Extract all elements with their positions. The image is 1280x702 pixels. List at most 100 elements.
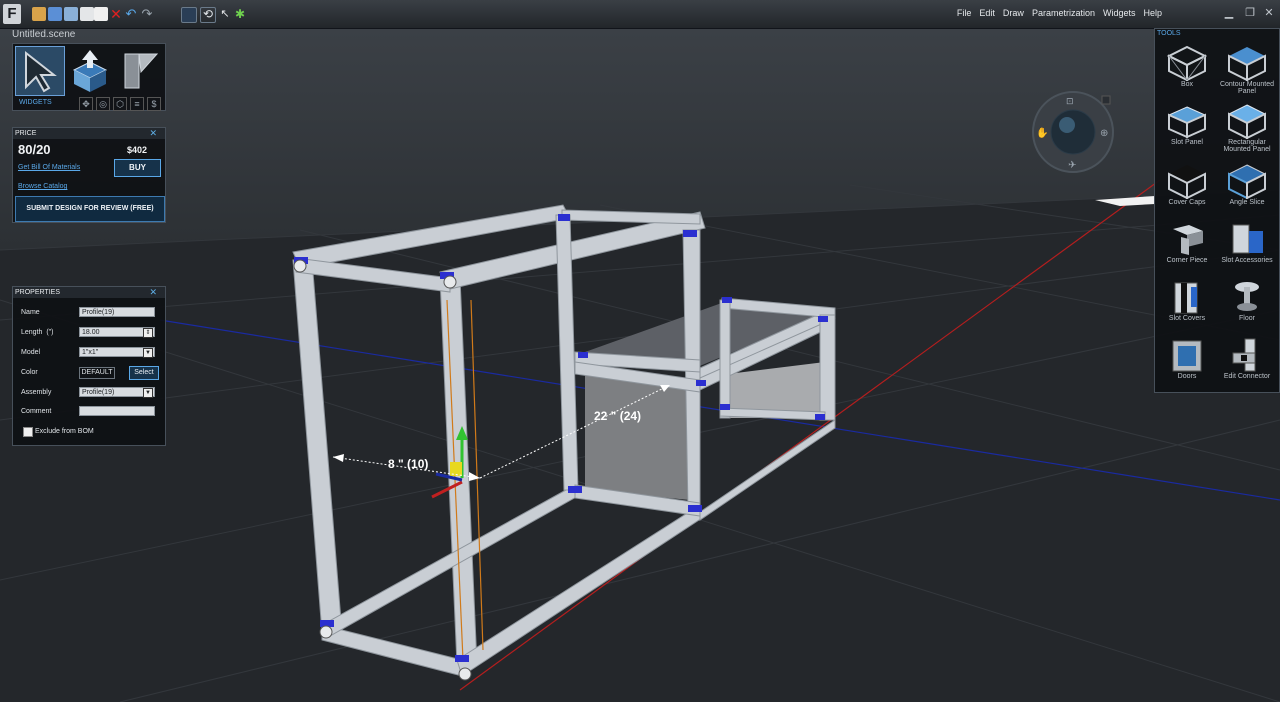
menu-edit[interactable]: Edit	[979, 8, 995, 18]
grid-view-icon[interactable]	[181, 7, 197, 23]
tool-doors[interactable]: Doors	[1159, 335, 1215, 391]
tool-rectangular-mounted-panel[interactable]: Rectangular Mounted Panel	[1219, 101, 1275, 157]
price-panel: PRICE ✕ 80/20 $402 Get Bill Of Materials…	[12, 127, 166, 223]
zoom-icon[interactable]: ⊕	[1100, 128, 1108, 139]
model-label: Model	[21, 349, 41, 356]
undo-icon[interactable]: ↶	[124, 7, 138, 21]
zoom-extents-icon[interactable]: ⊡	[1066, 97, 1074, 107]
tool-label: Slot Covers	[1168, 315, 1206, 322]
comment-field[interactable]	[79, 406, 155, 416]
profile-beam-icon	[124, 53, 159, 89]
tool-label: Rectangular Mounted Panel	[1223, 139, 1271, 153]
open-folder-icon[interactable]	[32, 7, 46, 21]
length-label: Length (")	[21, 329, 54, 336]
price-panel-title: PRICE	[15, 130, 37, 137]
browse-catalog-link[interactable]: Browse Catalog	[18, 183, 67, 190]
close-icon[interactable]: ✕	[1262, 6, 1276, 20]
cut-icon[interactable]	[64, 7, 78, 21]
name-label: Name	[21, 309, 40, 316]
slot-accessories-icon	[1232, 224, 1263, 254]
minimize-icon[interactable]: ▁	[1222, 6, 1236, 20]
menu-parametrization[interactable]: Parametrization	[1032, 8, 1095, 18]
save-icon[interactable]	[48, 7, 62, 21]
close-icon[interactable]: ✕	[149, 287, 157, 298]
bill-of-materials-link[interactable]: Get Bill Of Materials	[18, 164, 80, 171]
tool-corner-piece[interactable]: Corner Piece	[1159, 219, 1215, 275]
close-icon[interactable]: ✕	[149, 128, 157, 139]
tool-slot-accessories[interactable]: Slot Accessories	[1219, 219, 1275, 275]
delete-icon[interactable]: ✕	[109, 7, 123, 21]
view-navigation-control[interactable]: ⊡ ⊕ ✋ ✈	[1032, 91, 1114, 173]
tool-contour-mounted-panel[interactable]: Contour Mounted Panel	[1219, 43, 1275, 99]
box-frame-icon	[1167, 45, 1207, 81]
tool-floor[interactable]: Floor	[1219, 277, 1275, 333]
tool-label: Box	[1180, 81, 1194, 88]
price-widget-icon[interactable]: $	[147, 97, 161, 111]
corner-piece-icon	[1173, 225, 1203, 255]
viewport-3d[interactable]: 8 " (10) 22 " (24) ⊡ ⊕ ✋ ✈	[0, 29, 1280, 702]
tool-label: Doors	[1177, 373, 1197, 380]
menu-help[interactable]: Help	[1143, 8, 1162, 18]
redo-icon[interactable]: ↷	[140, 7, 154, 21]
select-cursor-icon[interactable]: ↖	[218, 7, 232, 21]
price-panel-header: PRICE ✕	[13, 128, 165, 139]
tool-label: Slot Accessories	[1221, 257, 1273, 264]
select-arrow-icon	[25, 50, 57, 93]
menu-widgets[interactable]: Widgets	[1103, 8, 1136, 18]
list-widget-icon[interactable]: ≡	[130, 97, 144, 111]
assembly-select[interactable]: Profile(19) ▼	[79, 387, 155, 398]
widgets-panel: WIDGETS ✥ ◎ ⬡ ≡ $	[12, 43, 166, 111]
name-field[interactable]: Profile(19)	[79, 307, 155, 317]
copy-icon[interactable]	[80, 7, 94, 21]
move-widget-icon[interactable]: ✥	[79, 97, 93, 111]
color-value: DEFAULT	[79, 367, 115, 379]
menu-draw[interactable]: Draw	[1003, 8, 1024, 18]
scene-file-name: Untitled.scene	[12, 29, 76, 40]
tool-label: Edit Connector	[1223, 373, 1271, 380]
length-stepper-icon[interactable]: ⇕	[143, 328, 153, 338]
chevron-down-icon[interactable]: ▼	[143, 388, 153, 398]
tool-cover-caps[interactable]: Cover Caps	[1159, 161, 1215, 217]
length-field[interactable]: 18.00 ⇕	[79, 327, 155, 338]
paste-icon[interactable]	[94, 7, 108, 21]
tool-label: Corner Piece	[1166, 257, 1208, 264]
pan-hand-icon[interactable]: ✋	[1036, 126, 1048, 139]
extrude-icon	[72, 50, 108, 92]
submit-design-button[interactable]: SUBMIT DESIGN FOR REVIEW (FREE)	[15, 196, 165, 222]
tool-label: Cover Caps	[1168, 199, 1206, 206]
tool-label: Contour Mounted Panel	[1219, 81, 1275, 95]
tool-angle-slice[interactable]: Angle Slice	[1219, 161, 1275, 217]
app-logo: F	[3, 4, 21, 24]
title-bar: F ✕ ↶ ↷ ⟲ ↖ ✱ File Edit Draw Parametrizatio…	[0, 0, 1280, 29]
restore-icon[interactable]: ❐	[1243, 6, 1257, 20]
model-select[interactable]: 1"x1" ▼	[79, 347, 155, 358]
contour-panel-icon	[1228, 47, 1266, 81]
widgets-label: WIDGETS	[19, 99, 52, 106]
tool-edit-connector[interactable]: Edit Connector	[1219, 335, 1275, 391]
chevron-down-icon[interactable]: ▼	[143, 348, 153, 358]
profile-tool-button[interactable]	[117, 46, 165, 94]
snap-icon[interactable]: ✱	[233, 7, 247, 21]
color-select-button[interactable]: Select	[129, 366, 159, 380]
properties-panel-header: PROPERTIES ✕	[13, 287, 165, 298]
extrude-tool-button[interactable]	[66, 46, 114, 94]
properties-panel: PROPERTIES ✕ Name Profile(19) Length (")…	[12, 286, 166, 446]
tool-box[interactable]: Box	[1159, 43, 1215, 99]
buy-button[interactable]: BUY	[114, 159, 161, 177]
main-menu: File Edit Draw Parametrization Widgets Help	[949, 8, 1162, 18]
rotate-widget-icon[interactable]: ◎	[96, 97, 110, 111]
select-tool-button[interactable]	[15, 46, 65, 96]
tool-slot-panel[interactable]: Slot Panel	[1159, 101, 1215, 157]
depth-dimension-label: 22 " (24)	[594, 409, 641, 423]
side-panel-left	[585, 372, 690, 500]
slot-panel-icon	[1167, 106, 1207, 139]
cube-widget-icon[interactable]: ⬡	[113, 97, 127, 111]
menu-file[interactable]: File	[957, 8, 972, 18]
rotate-view-icon[interactable]: ⟲	[200, 7, 216, 23]
fly-icon[interactable]: ✈	[1068, 160, 1076, 171]
exclude-bom-checkbox[interactable]	[23, 427, 33, 437]
price-amount: $402	[127, 145, 148, 155]
tool-slot-covers[interactable]: Slot Covers	[1159, 277, 1215, 333]
properties-panel-title: PROPERTIES	[15, 289, 60, 296]
assembly-label: Assembly	[21, 389, 52, 396]
